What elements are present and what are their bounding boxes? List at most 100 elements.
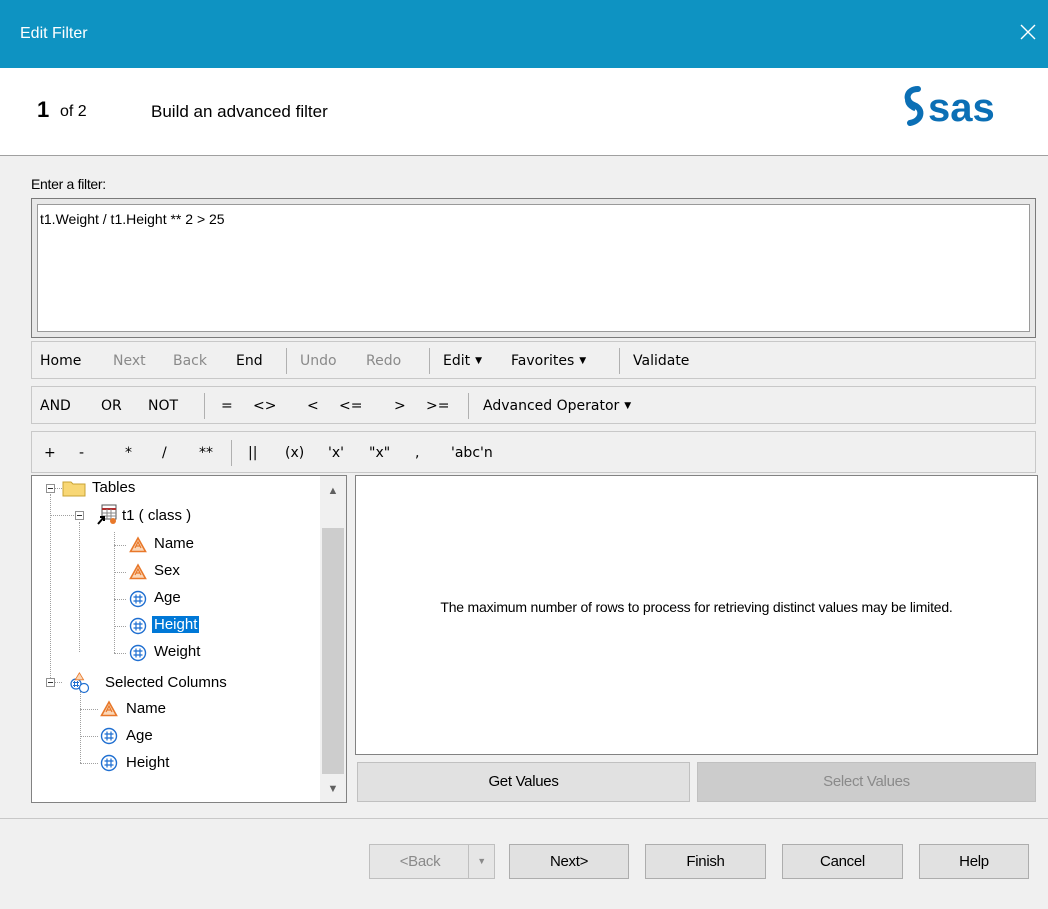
- tree-node-column[interactable]: Name: [154, 535, 194, 552]
- favorites-menu-label: Favorites: [511, 353, 575, 369]
- less-than-button[interactable]: <: [307, 398, 319, 414]
- tree-node-column[interactable]: Age: [154, 589, 181, 606]
- back-wizard-button[interactable]: <Back ▼: [369, 844, 495, 879]
- validate-button[interactable]: Validate: [633, 353, 689, 369]
- tree-line: [80, 691, 81, 763]
- minus-button[interactable]: -: [79, 445, 84, 461]
- tree-node-tables[interactable]: Tables: [92, 479, 135, 496]
- scroll-up-icon[interactable]: ▲: [320, 480, 346, 502]
- window-title: Edit Filter: [20, 25, 88, 42]
- next-button[interactable]: Next: [113, 353, 146, 369]
- numeric-column-icon: [129, 644, 147, 662]
- advanced-operator-label: Advanced Operator: [483, 398, 620, 414]
- tree-line: [114, 545, 126, 546]
- not-equal-button[interactable]: <>: [253, 398, 276, 414]
- tree-node-column[interactable]: Sex: [154, 562, 180, 579]
- chevron-down-icon[interactable]: ▼: [468, 845, 494, 878]
- greater-than-button[interactable]: >: [394, 398, 406, 414]
- sas-logo: sas: [904, 86, 995, 130]
- not-button[interactable]: NOT: [148, 398, 178, 414]
- double-quote-button[interactable]: "x": [369, 445, 390, 461]
- plus-button[interactable]: +: [44, 445, 56, 461]
- collapse-toggle[interactable]: [75, 511, 84, 520]
- get-values-button[interactable]: Get Values: [357, 762, 690, 802]
- help-button[interactable]: Help: [919, 844, 1029, 879]
- collapse-toggle[interactable]: [46, 484, 55, 493]
- wizard-header: 1 of 2 Build an advanced filter sas: [0, 68, 1048, 156]
- tree-line: [80, 709, 98, 710]
- multiply-button[interactable]: *: [125, 445, 132, 461]
- tree-line: [114, 532, 115, 653]
- name-literal-button[interactable]: 'abc'n: [451, 445, 493, 461]
- chevron-down-icon: ▼: [579, 356, 587, 366]
- toolbar-separator: [204, 393, 205, 419]
- tree-line: [79, 522, 80, 652]
- select-values-button[interactable]: Select Values: [697, 762, 1036, 802]
- footer-divider: [0, 818, 1048, 819]
- back-button[interactable]: Back: [173, 353, 207, 369]
- tree-node-selected-column[interactable]: Name: [126, 700, 166, 717]
- values-message: The maximum number of rows to process fo…: [440, 599, 953, 615]
- tree-line: [50, 515, 78, 516]
- equals-button[interactable]: =: [221, 398, 233, 414]
- close-icon[interactable]: [1014, 18, 1042, 46]
- collapse-toggle[interactable]: [46, 678, 55, 687]
- or-button[interactable]: OR: [101, 398, 122, 414]
- undo-button[interactable]: Undo: [300, 353, 337, 369]
- numeric-column-icon: [129, 617, 147, 635]
- toolbar-separator: [231, 440, 232, 466]
- comma-button[interactable]: ,: [415, 445, 419, 461]
- and-button[interactable]: AND: [40, 398, 71, 414]
- numeric-column-icon: [129, 590, 147, 608]
- filter-label: Enter a filter:: [31, 176, 106, 192]
- concat-button[interactable]: ||: [248, 445, 257, 461]
- tree-line: [114, 626, 126, 627]
- redo-button[interactable]: Redo: [366, 353, 401, 369]
- toolbar-separator: [468, 393, 469, 419]
- edit-menu[interactable]: Edit ▼: [443, 353, 482, 369]
- tree-node-table[interactable]: t1 ( class ): [122, 507, 191, 524]
- home-button[interactable]: Home: [40, 353, 81, 369]
- cancel-button[interactable]: Cancel: [782, 844, 903, 879]
- values-panel: The maximum number of rows to process fo…: [355, 475, 1038, 755]
- tree-node-selected-columns[interactable]: Selected Columns: [105, 674, 227, 691]
- numeric-column-icon: [100, 727, 118, 745]
- single-quote-button[interactable]: 'x': [328, 445, 344, 461]
- toolbar-separator: [429, 348, 430, 374]
- arithmetic-toolbar: + - * / ** || (x) 'x' "x" , 'abc'n: [31, 431, 1036, 473]
- character-column-icon: [129, 563, 147, 580]
- tree-node-selected-column[interactable]: Height: [126, 754, 169, 771]
- back-wizard-label: <Back: [399, 853, 441, 870]
- character-column-icon: [129, 536, 147, 553]
- greater-equal-button[interactable]: >=: [426, 398, 449, 414]
- tree-line: [114, 653, 126, 654]
- character-column-icon: [100, 700, 118, 717]
- column-tree[interactable]: Tables t1 ( class ) Name Sex Age Height …: [31, 475, 347, 803]
- filter-input[interactable]: t1.Weight / t1.Height ** 2 > 25: [37, 204, 1030, 332]
- less-equal-button[interactable]: <=: [339, 398, 362, 414]
- selected-columns-icon: [70, 672, 90, 694]
- tree-node-selected-column[interactable]: Age: [126, 727, 153, 744]
- step-count: of 2: [60, 103, 87, 120]
- scroll-down-icon[interactable]: ▼: [320, 778, 346, 800]
- step-title: Build an advanced filter: [151, 102, 328, 121]
- finish-button[interactable]: Finish: [645, 844, 766, 879]
- navigation-toolbar: Home Next Back End Undo Redo Edit ▼ Favor…: [31, 341, 1036, 379]
- chevron-down-icon: ▼: [624, 401, 632, 411]
- favorites-menu[interactable]: Favorites ▼: [511, 353, 586, 369]
- divide-button[interactable]: /: [162, 445, 167, 461]
- filter-box: t1.Weight / t1.Height ** 2 > 25: [31, 198, 1036, 338]
- chevron-down-icon: ▼: [475, 356, 483, 366]
- power-button[interactable]: **: [199, 445, 213, 461]
- tree-scrollbar[interactable]: ▲ ▼: [320, 476, 346, 802]
- tree-node-column-selected[interactable]: Height: [152, 616, 200, 633]
- end-button[interactable]: End: [236, 353, 263, 369]
- tree-line: [80, 763, 98, 764]
- tree-node-column[interactable]: Weight: [154, 643, 200, 660]
- tree-line: [80, 736, 98, 737]
- next-wizard-button[interactable]: Next>: [509, 844, 629, 879]
- parenthesis-button[interactable]: (x): [285, 445, 304, 461]
- scrollbar-thumb[interactable]: [322, 528, 344, 774]
- logo-text: sas: [928, 86, 995, 130]
- advanced-operator-menu[interactable]: Advanced Operator ▼: [483, 398, 631, 414]
